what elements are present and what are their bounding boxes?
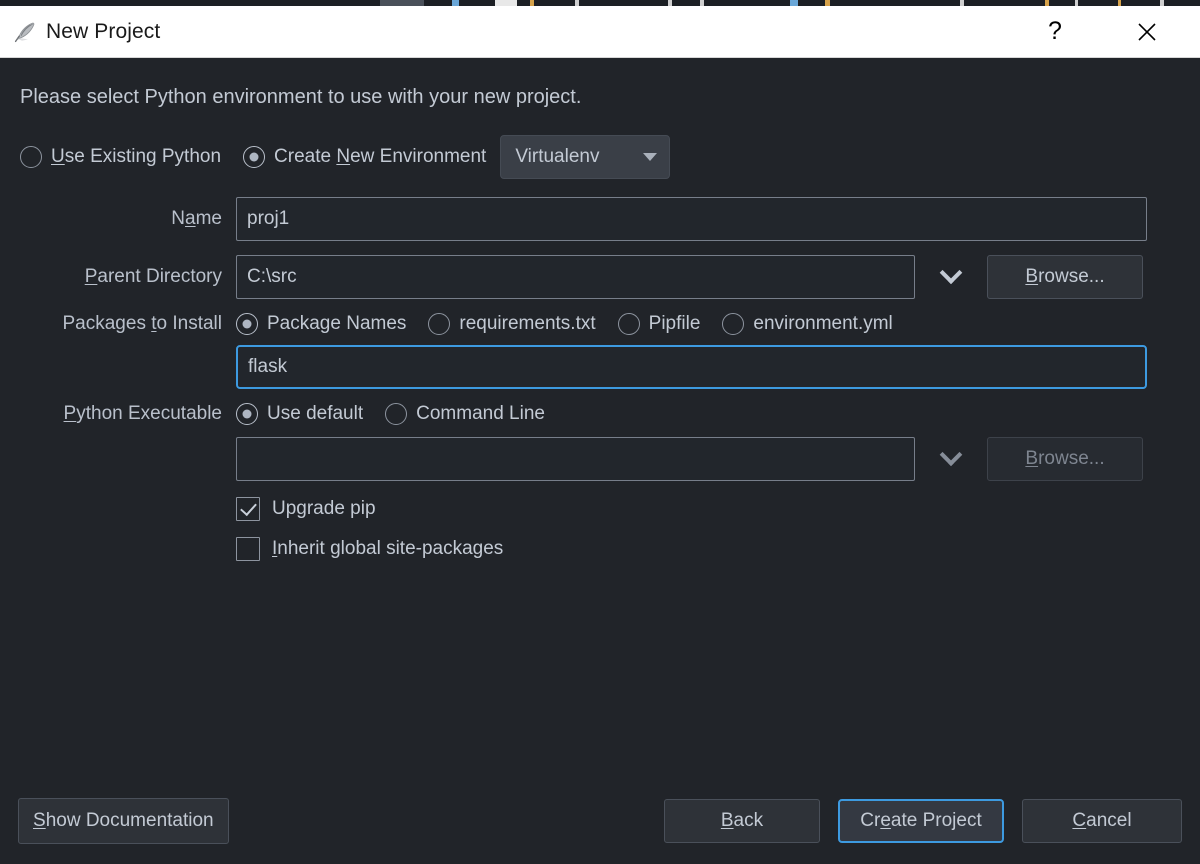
environment-type-dropdown[interactable]: Virtualenv [500, 135, 671, 179]
name-row: Name proj1 [18, 197, 1182, 241]
cancel-button[interactable]: Cancel [1022, 799, 1182, 843]
help-icon[interactable]: ? [1032, 6, 1078, 58]
name-input-value: proj1 [247, 208, 290, 229]
radio-circle-command-line [385, 403, 408, 425]
radio-environment-yml[interactable]: environment.yml [722, 313, 893, 335]
radio-circle-requirements-txt [428, 313, 451, 335]
feather-quill-icon [12, 19, 38, 45]
radio-requirements-txt[interactable]: requirements.txt [428, 313, 596, 335]
radio-circle-use-existing [20, 146, 42, 168]
python-executable-browse-button[interactable]: Browse... [987, 437, 1143, 481]
checkbox-label-inherit-site-packages: Inherit global site-packages [272, 538, 504, 559]
radio-label-use-default: Use default [267, 403, 364, 424]
radio-pipfile[interactable]: Pipfile [617, 313, 701, 335]
footer-actions: Back Cr e ate Project Cancel [664, 799, 1182, 843]
radio-label-package-names: Package Names [267, 313, 407, 334]
radio-label-environment-yml: environment.yml [753, 313, 893, 334]
radio-label-use-existing: Use Existing Python [51, 146, 222, 167]
parent-directory-input[interactable]: C:\src [236, 255, 915, 299]
parent-directory-browse-button[interactable]: Browse... [987, 255, 1143, 299]
python-executable-label: Python Executable [63, 403, 222, 424]
chevron-down-icon [939, 443, 963, 467]
packages-input-row: flask [18, 345, 1182, 389]
radio-label-command-line: Command Line [416, 403, 545, 424]
name-input[interactable]: proj1 [236, 197, 1147, 241]
radio-label-requirements-txt: requirements.txt [459, 313, 596, 334]
radio-create-new-environment[interactable]: Create New Environment [243, 146, 486, 168]
python-executable-input-row: Browse... [18, 437, 1182, 481]
environment-type-value: Virtualenv [515, 146, 600, 167]
radio-use-default[interactable]: Use default [236, 403, 363, 425]
python-executable-input[interactable] [236, 437, 915, 481]
packages-input[interactable]: flask [236, 345, 1147, 389]
parent-directory-history-button[interactable] [915, 255, 987, 299]
radio-label-pipfile: Pipfile [648, 313, 701, 334]
python-executable-history-button[interactable] [915, 437, 987, 481]
packages-to-install-row: Packages to Install Package Names requir… [18, 313, 1182, 335]
radio-label-create-new: Create New Environment [274, 146, 487, 167]
back-button[interactable]: Back [664, 799, 820, 843]
close-icon[interactable] [1124, 6, 1170, 58]
radio-circle-environment-yml [722, 313, 745, 335]
upgrade-pip-row: Upgrade pip [18, 497, 1182, 521]
page-prompt: Please select Python environment to use … [20, 86, 582, 108]
checkbox-upgrade-pip[interactable]: Upgrade pip [236, 497, 376, 521]
create-project-button[interactable]: Cr e ate Project [838, 799, 1004, 843]
packages-to-install-label: Packages to Install [62, 313, 223, 334]
radio-circle-use-default [236, 403, 258, 425]
checkbox-box-upgrade-pip [236, 497, 260, 521]
inherit-site-packages-row: Inherit global site-packages [18, 537, 1182, 561]
chevron-down-icon [643, 153, 658, 161]
checkbox-box-inherit-site-packages [236, 537, 260, 561]
parent-directory-label: Parent Directory [84, 266, 222, 287]
dialog-titlebar: New Project ? [0, 6, 1200, 58]
show-documentation-button[interactable]: Show Documentation [18, 798, 229, 844]
packages-input-value: flask [248, 356, 288, 377]
radio-package-names[interactable]: Package Names [236, 313, 406, 335]
environment-row: Use Existing Python Create New Environme… [18, 135, 1182, 179]
radio-use-existing-python[interactable]: Use Existing Python [20, 146, 221, 168]
radio-circle-create-new [243, 146, 266, 168]
radio-command-line[interactable]: Command Line [385, 403, 545, 425]
checkbox-inherit-global-site-packages[interactable]: Inherit global site-packages [236, 537, 503, 561]
name-label: Name [171, 208, 222, 229]
dialog-footer: Show Documentation Back Cr e ate Project C… [0, 778, 1200, 864]
radio-circle-package-names [236, 313, 258, 335]
radio-circle-pipfile [617, 313, 640, 335]
parent-directory-value: C:\src [247, 266, 297, 287]
dialog-body: Please select Python environment to use … [0, 58, 1200, 864]
python-executable-row: Python Executable Use default Command Li… [18, 403, 1182, 425]
parent-directory-row: Parent Directory C:\src Browse... [18, 255, 1182, 299]
chevron-down-icon [939, 261, 963, 285]
checkbox-label-upgrade-pip: Upgrade pip [272, 498, 376, 519]
dialog-title: New Project [46, 19, 161, 43]
new-project-dialog: New Project ? Please select Python envir… [0, 6, 1200, 864]
